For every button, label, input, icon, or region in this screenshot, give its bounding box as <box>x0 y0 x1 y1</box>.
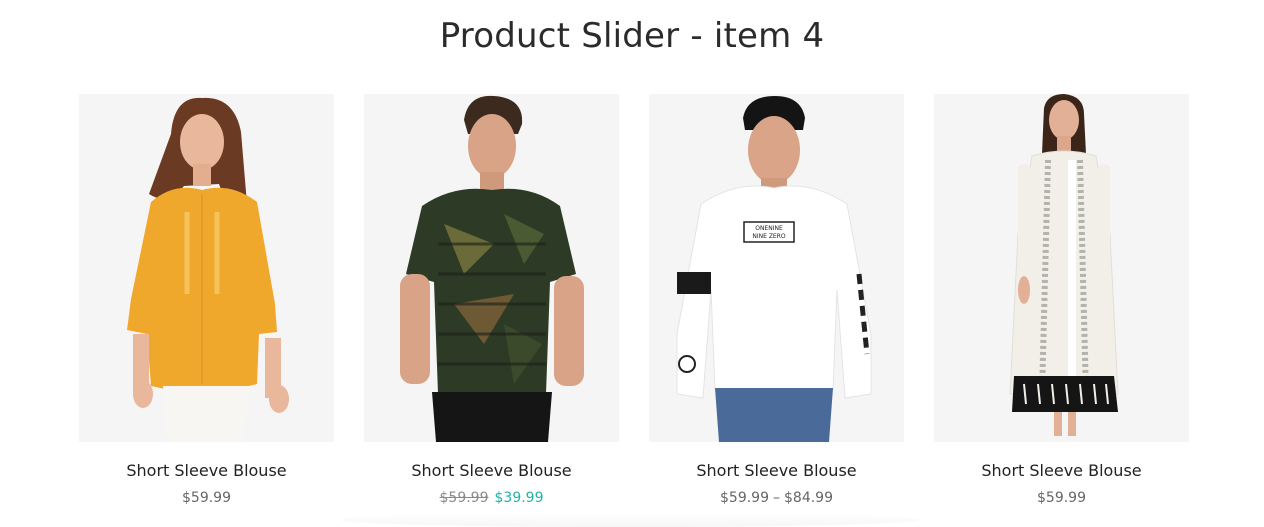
product-card: Short Sleeve Blouse $59.99 <box>934 94 1189 506</box>
woman-white-kurta-photo <box>934 94 1189 442</box>
price-max: $84.99 <box>784 490 833 506</box>
product-name[interactable]: Short Sleeve Blouse <box>934 461 1189 480</box>
tshirt-print-line2: NINE ZERO <box>752 233 786 240</box>
old-price: $59.99 <box>439 490 489 506</box>
product-price: $59.99 <box>79 490 334 506</box>
product-name[interactable]: Short Sleeve Blouse <box>649 461 904 480</box>
man-white-longsleeve-photo: ONENINE NINE ZERO <box>649 94 904 442</box>
product-card: Short Sleeve Blouse $59.99 $39.99 <box>364 94 619 506</box>
tshirt-print-line1: ONENINE <box>755 225 783 232</box>
product-image-link[interactable] <box>79 94 334 442</box>
product-name[interactable]: Short Sleeve Blouse <box>79 461 334 480</box>
price-range-separator: – <box>773 490 780 506</box>
product-card: Short Sleeve Blouse $59.99 <box>79 94 334 506</box>
product-price: $59.99 $39.99 <box>364 490 619 506</box>
product-image-link[interactable] <box>934 94 1189 442</box>
product-image-link[interactable] <box>364 94 619 442</box>
woman-yellow-blouse-photo <box>79 94 334 442</box>
man-camo-tshirt-photo <box>364 94 619 442</box>
product-name[interactable]: Short Sleeve Blouse <box>364 461 619 480</box>
product-image-link[interactable]: ONENINE NINE ZERO <box>649 94 904 442</box>
product-card: ONENINE NINE ZERO Short Sleeve Blouse $5… <box>649 94 904 506</box>
product-price: $59.99 <box>934 490 1189 506</box>
page-title: Product Slider - item 4 <box>439 16 825 56</box>
price-value: $59.99 <box>182 490 231 506</box>
price-min: $59.99 <box>720 490 769 506</box>
price-value: $59.99 <box>1037 490 1086 506</box>
product-price: $59.99– $84.99 <box>649 490 904 506</box>
sale-price: $39.99 <box>494 490 544 506</box>
